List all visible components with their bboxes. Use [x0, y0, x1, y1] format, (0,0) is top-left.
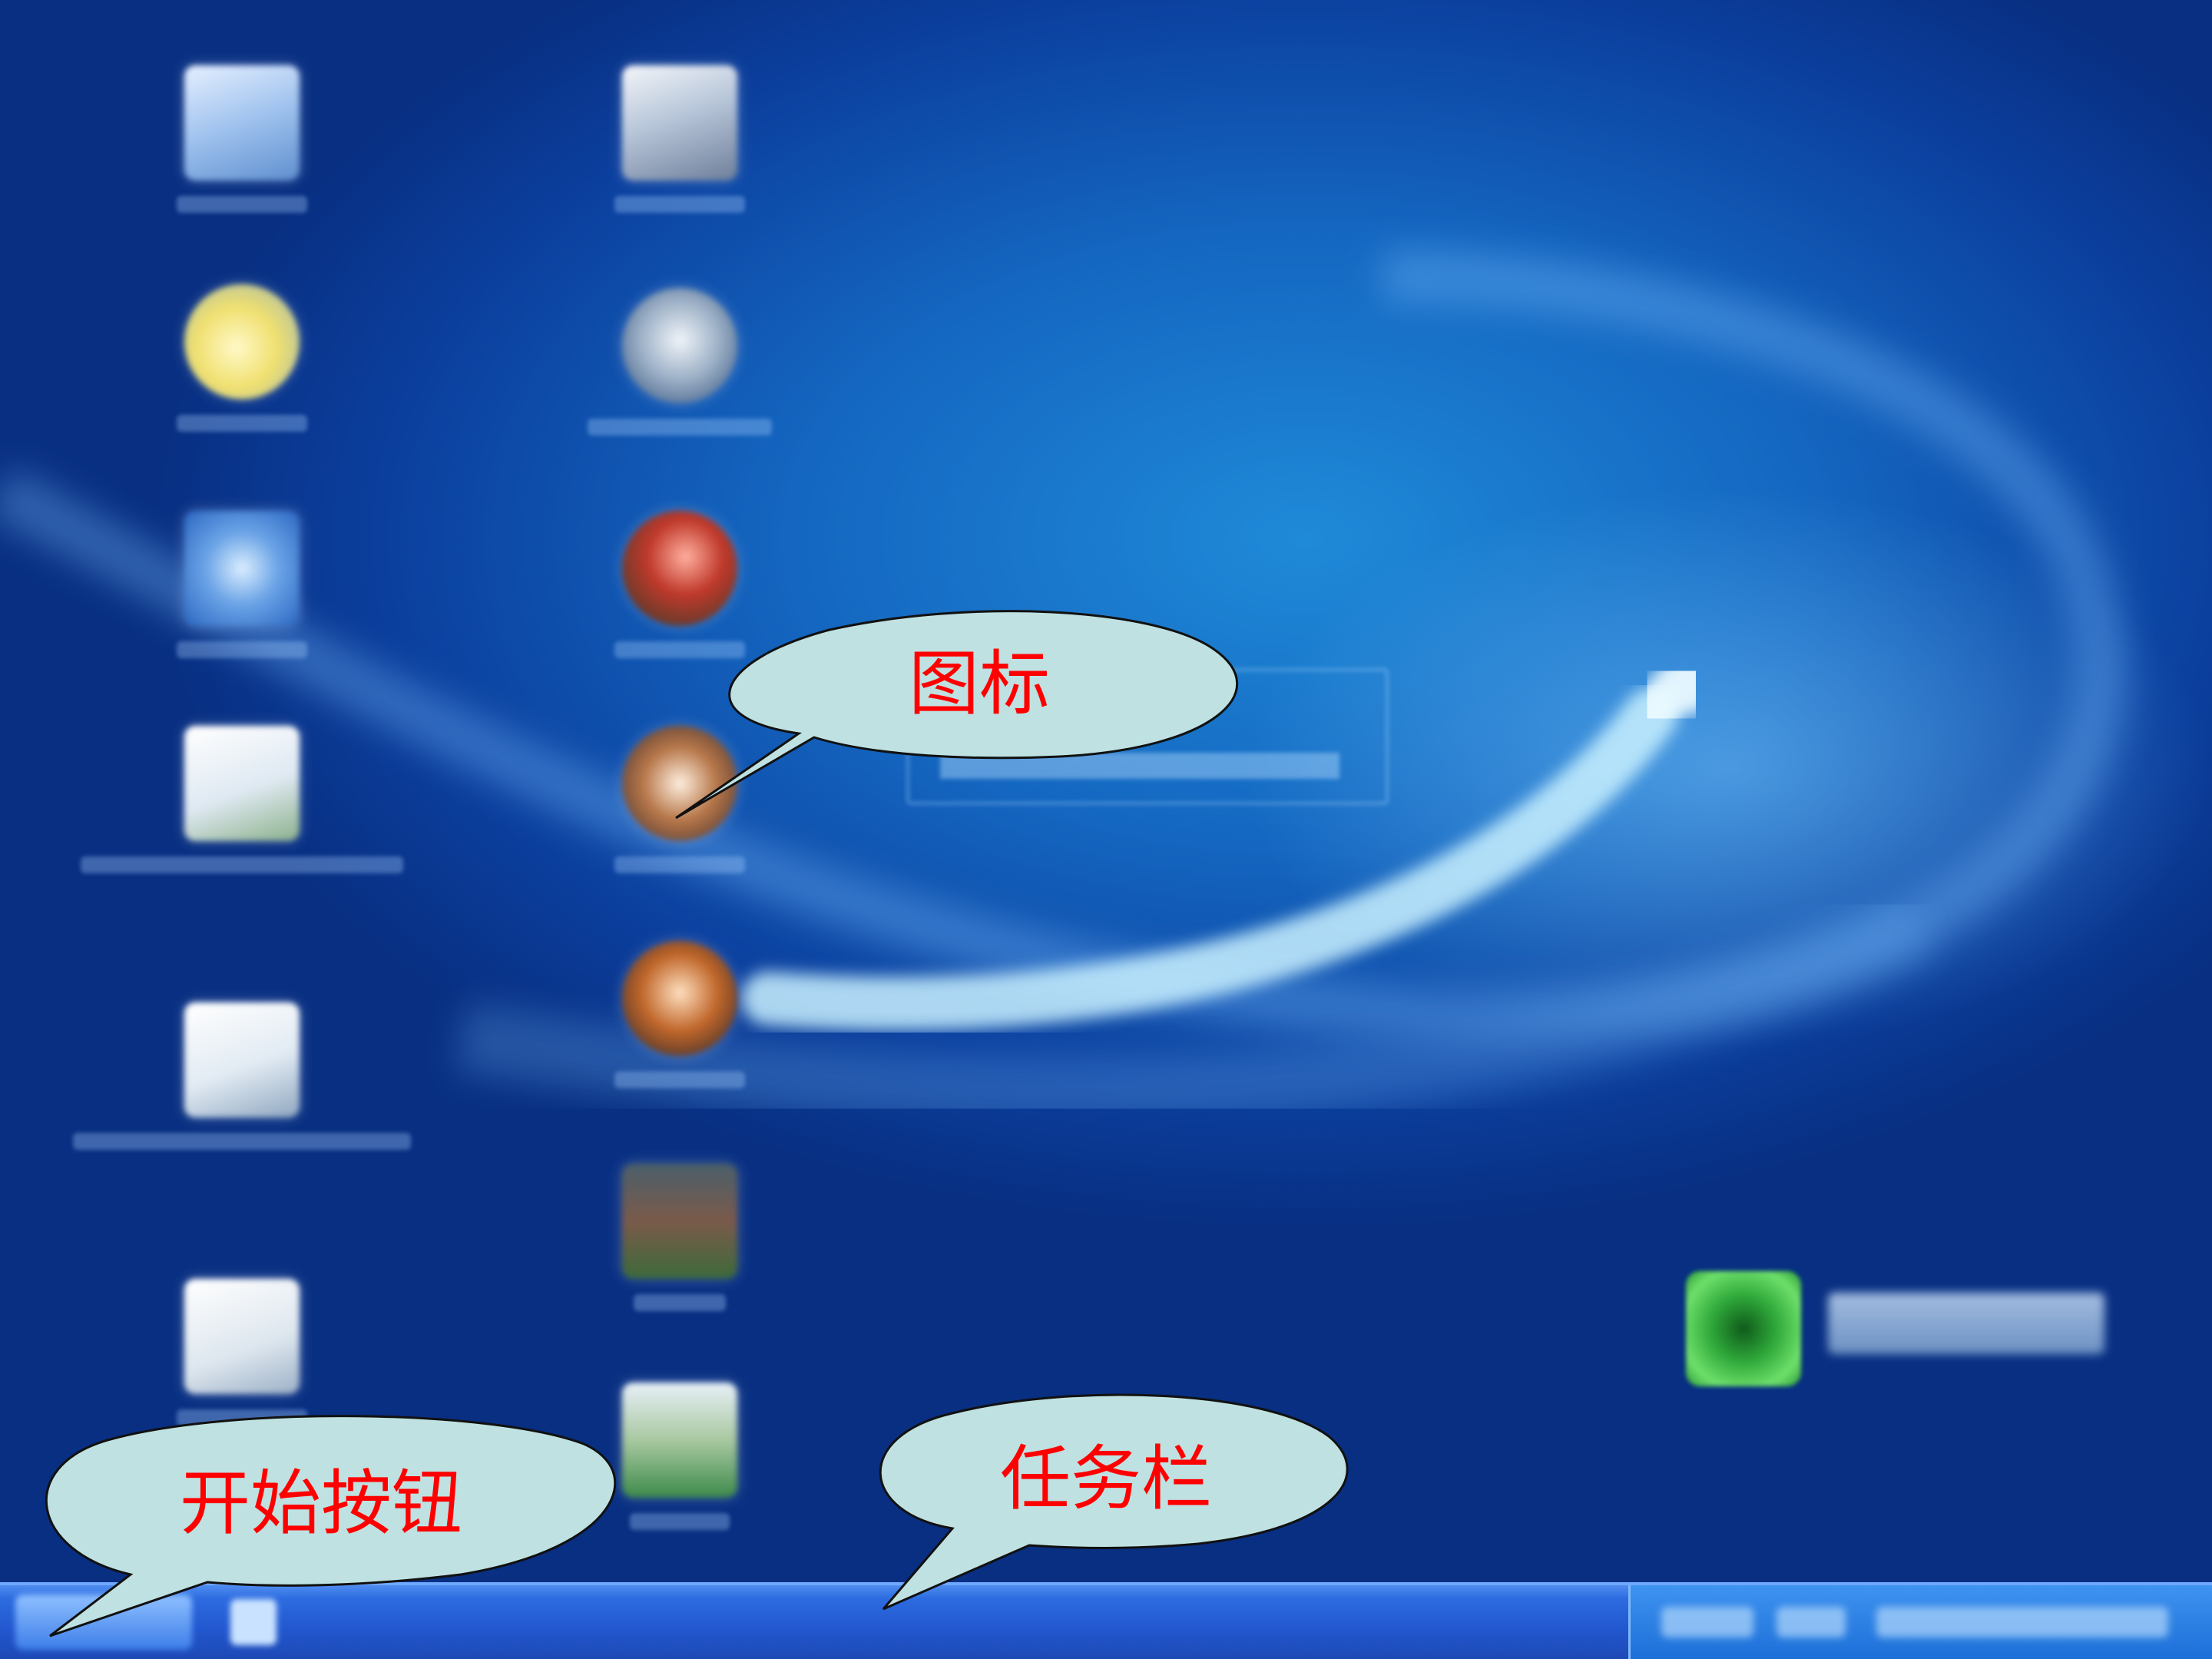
desktop: 图标 开始按钮 任务栏: [0, 0, 2212, 1659]
start-button-callout-label: 开始按钮: [179, 1462, 462, 1545]
taskbar-callout-label: 任务栏: [999, 1438, 1212, 1520]
callout-bubbles: [45, 610, 1349, 1637]
icon-callout-label: 图标: [908, 643, 1050, 725]
